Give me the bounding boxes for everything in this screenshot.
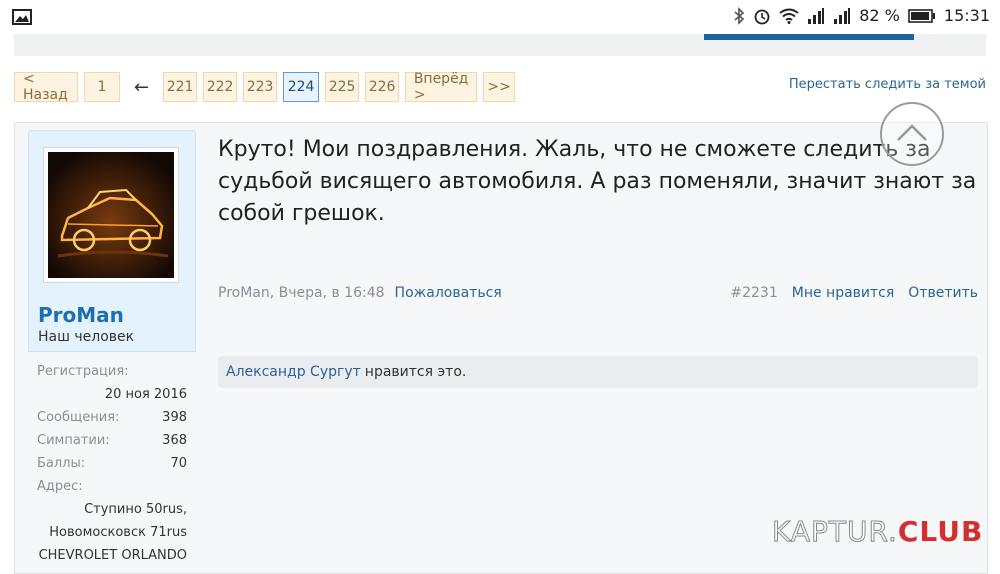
user-car: CHEVROLET ORLANDO [38, 548, 187, 563]
like-button[interactable]: Мне нравится [792, 285, 895, 301]
signal-icon [833, 7, 851, 24]
unwatch-thread-link[interactable]: Перестать следить за темой [789, 77, 986, 92]
status-bar: 82 % 15:31 [0, 0, 1000, 34]
post-author-date[interactable]: ProMan, Вчера, в 16:48 [218, 285, 385, 301]
avatar[interactable] [43, 147, 179, 283]
page-221-button[interactable]: 221 [163, 72, 198, 102]
likes-summary: Александр Сургут нравится это. [218, 356, 978, 388]
bluetooth-icon [733, 6, 745, 25]
page-224-current[interactable]: 224 [283, 72, 320, 102]
messages-value[interactable]: 398 [162, 410, 187, 425]
watermark-part-1: KAPTUR. [772, 515, 898, 549]
user-panel: ProMan Наш человек Регистрация: 20 ноя 2… [28, 130, 196, 570]
battery-percent: 82 % [859, 6, 900, 25]
next-page-button[interactable]: Вперёд > [405, 71, 478, 103]
avatar-image [48, 152, 174, 278]
user-card: ProMan Наш человек [28, 130, 196, 352]
reply-button[interactable]: Ответить [908, 285, 978, 301]
registration-value: 20 ноя 2016 [104, 387, 187, 402]
likes-value: 368 [162, 433, 187, 448]
clock-time: 15:31 [943, 6, 990, 25]
registration-label: Регистрация: [37, 364, 129, 379]
points-value[interactable]: 70 [170, 456, 187, 471]
page-223-button[interactable]: 223 [243, 72, 278, 102]
site-watermark: KAPTUR.CLUB [772, 515, 984, 549]
prev-page-button[interactable]: < Назад [14, 71, 78, 103]
messages-label: Сообщения: [37, 410, 120, 425]
post-message: Круто! Мои поздравления. Жаль, что не см… [218, 137, 977, 226]
image-icon [12, 9, 32, 29]
liked-suffix: нравится это. [364, 364, 467, 380]
user-info: Регистрация: 20 ноя 2016 Сообщения: 398 С… [28, 360, 196, 567]
user-title: Наш человек [38, 329, 135, 345]
pagination: < Назад 1 ← 221 222 223 224 225 226 Впер… [14, 71, 516, 103]
alarm-icon [753, 7, 771, 25]
post-meta: ProMan, Вчера, в 16:48 Пожаловаться [218, 285, 502, 301]
battery-icon [908, 8, 936, 23]
page-226-button[interactable]: 226 [365, 72, 400, 102]
address-line-1: Ступино 50rus, [84, 502, 187, 517]
left-arrow-icon[interactable]: ← [126, 77, 157, 98]
report-link[interactable]: Пожаловаться [395, 285, 502, 301]
post-number[interactable]: #2231 [730, 285, 777, 301]
post-actions: #2231 Мне нравится Ответить [730, 285, 978, 301]
top-band [14, 34, 986, 56]
signal-icon [807, 7, 825, 24]
page-222-button[interactable]: 222 [203, 72, 238, 102]
scroll-to-top-button[interactable] [880, 102, 944, 166]
watermark-part-2: CLUB [897, 515, 984, 548]
points-label: Баллы: [37, 456, 86, 471]
top-accent-bar [704, 34, 914, 40]
address-label: Адрес: [37, 479, 83, 494]
wifi-icon [779, 8, 799, 24]
username[interactable]: ProMan [38, 303, 124, 327]
address-line-2: Новомосковск 71rus [49, 525, 187, 540]
last-page-button[interactable]: >> [483, 72, 516, 102]
page-225-button[interactable]: 225 [325, 72, 360, 102]
likes-label: Симпатии: [37, 433, 110, 448]
liked-by-user-link[interactable]: Александр Сургут [226, 364, 361, 380]
chevron-up-icon [897, 124, 927, 141]
page-1-button[interactable]: 1 [84, 72, 120, 102]
